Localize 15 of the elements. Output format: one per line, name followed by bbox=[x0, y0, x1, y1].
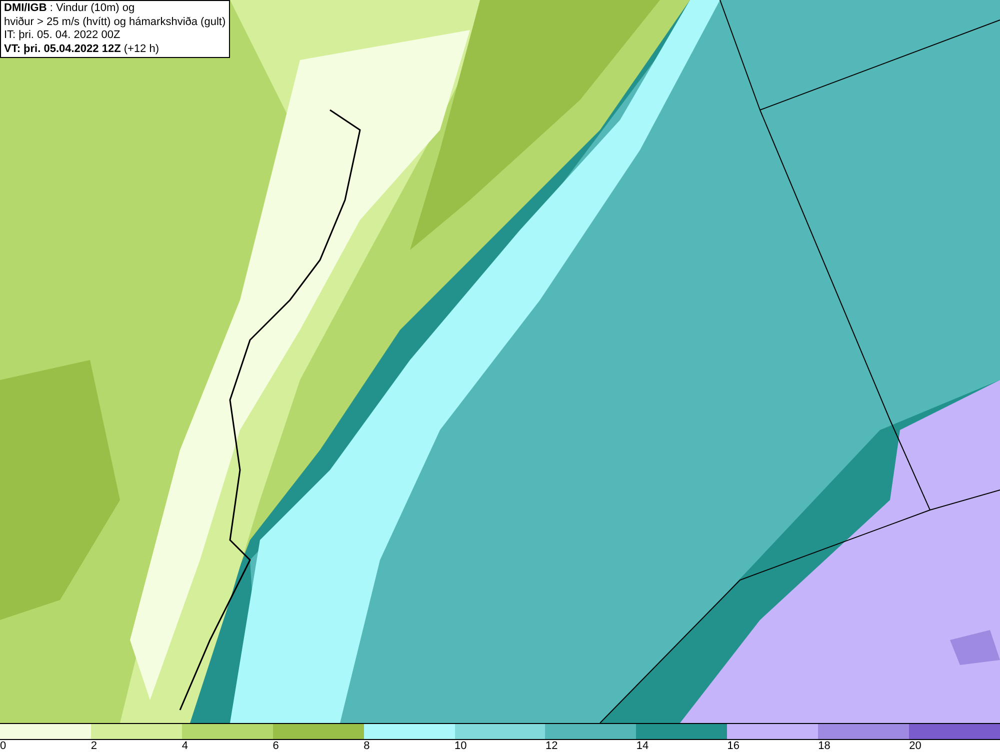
legend-label: 6 bbox=[272, 740, 279, 753]
legend-label: 14 bbox=[636, 740, 649, 753]
legend-label: 0 bbox=[0, 740, 6, 753]
title-line: hviður > 25 m/s (hvítt) og hámarkshviða (gult) bbox=[4, 16, 226, 29]
legend-label: 2 bbox=[90, 740, 98, 753]
legend-label: 20 bbox=[909, 740, 922, 753]
legend-label: 10 bbox=[454, 740, 467, 753]
legend-label: 16 bbox=[727, 740, 740, 753]
title-line: DMI/IGB : Vindur (10m) og bbox=[4, 2, 136, 16]
title-line: VT: þri. 05.04.2022 12Z (+12 h) bbox=[4, 42, 160, 56]
legend-label: 4 bbox=[182, 740, 188, 753]
legend-label: 12 bbox=[545, 740, 558, 753]
legend-label: 18 bbox=[818, 740, 830, 753]
legend-label: 8 bbox=[364, 740, 370, 753]
title-line: IT: þri. 05. 04. 2022 00Z bbox=[4, 29, 122, 42]
